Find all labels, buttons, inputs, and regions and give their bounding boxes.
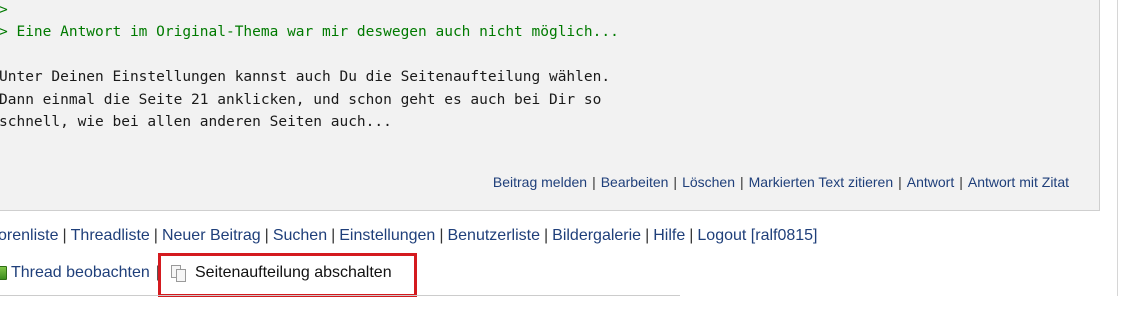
separator: | [264, 227, 269, 244]
post-action-antwort-mit-zitat[interactable]: Antwort mit Zitat [968, 174, 1069, 190]
post-line [0, 44, 619, 67]
scrollbar[interactable] [1117, 0, 1125, 296]
nav-link-orenliste[interactable]: orenliste [0, 227, 58, 244]
quoted-line: > Eine Antwort im Original-Thema war mir… [0, 24, 619, 40]
nav-link-suchen[interactable]: Suchen [273, 227, 327, 244]
post-action-beitrag-melden[interactable]: Beitrag melden [493, 174, 587, 190]
separator: | [898, 174, 902, 190]
separator: | [673, 174, 678, 190]
post-line: schnell, wie bei allen anderen Seiten au… [0, 114, 392, 130]
post-action-antwort[interactable]: Antwort [907, 174, 954, 190]
quoted-line: > [0, 1, 8, 18]
separator: | [592, 174, 596, 190]
pages-icon[interactable] [171, 265, 189, 283]
post-line: Dann einmal die Seite 21 anklicken, und … [0, 91, 602, 108]
nav-link-benutzerliste[interactable]: Benutzerliste [447, 227, 540, 244]
separator: | [439, 227, 444, 244]
nav-link-hilfe[interactable]: Hilfe [653, 227, 685, 244]
separator: | [645, 227, 650, 244]
divider [0, 295, 680, 296]
thread-tools: Thread beobachten | [0, 264, 160, 282]
disable-pagination-link[interactable]: Seitenaufteilung abschalten [195, 264, 392, 282]
separator: | [959, 174, 963, 190]
nav-link-einstellungen[interactable]: Einstellungen [339, 227, 435, 244]
separator: | [331, 227, 336, 244]
thread-watch-link[interactable]: Thread beobachten [11, 264, 150, 282]
post-action-löschen[interactable]: Löschen [682, 174, 735, 190]
thread-watch-icon[interactable] [0, 266, 7, 280]
separator: | [62, 227, 67, 244]
separator: | [740, 174, 744, 190]
post-box: > nicht mehr benutzbar.>> Eine Antwort i… [0, 0, 1100, 211]
post-action-bearbeiten[interactable]: Bearbeiten [601, 174, 669, 190]
post-line: Unter Deinen Einstellungen kannst auch D… [0, 69, 611, 85]
separator: | [689, 227, 694, 244]
nav-link-bildergalerie[interactable]: Bildergalerie [552, 227, 641, 244]
separator: | [153, 227, 158, 244]
post-actions-bar: Beitrag melden | Bearbeiten | Löschen | Markie… [493, 174, 1069, 190]
nav-link-logout-ralf0815[interactable]: Logout [ralf0815] [697, 227, 817, 244]
nav-link-threadliste[interactable]: Threadliste [71, 227, 150, 244]
nav-link-neuer-beitrag[interactable]: Neuer Beitrag [162, 227, 261, 244]
post-body: > nicht mehr benutzbar.>> Eine Antwort i… [0, 0, 619, 134]
post-action-markierten-text-zitieren[interactable]: Markierten Text zitieren [749, 174, 893, 190]
forum-nav-bar: orenliste | Threadliste | Neuer Beitrag | Such… [0, 227, 818, 245]
separator: | [543, 227, 549, 244]
